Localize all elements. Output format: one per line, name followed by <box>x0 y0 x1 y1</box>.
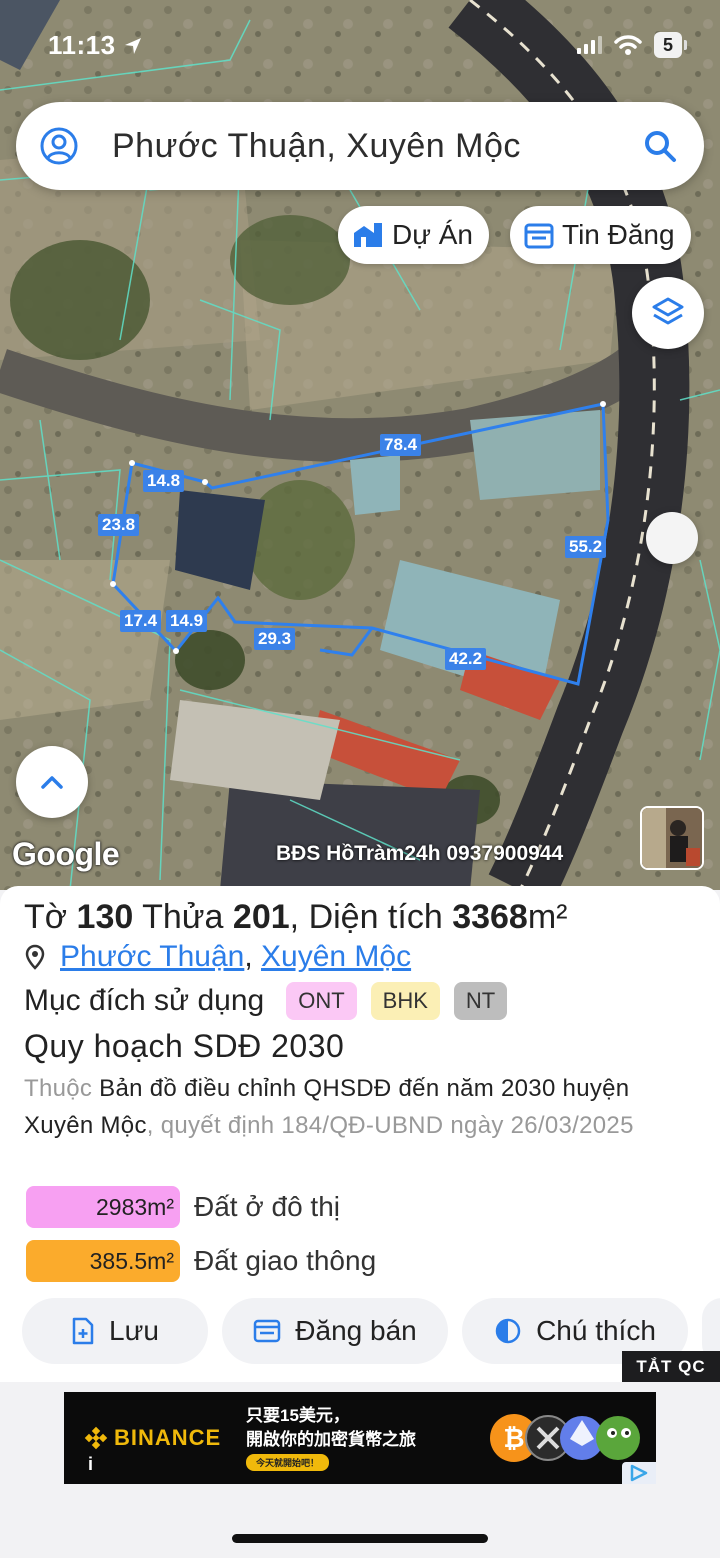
home-indicator[interactable] <box>232 1534 488 1543</box>
expand-panel-button[interactable] <box>16 746 88 818</box>
dimension-label: 29.3 <box>254 628 296 650</box>
ad-headline: 只要15美元， 開啟你的加密貨幣之旅 <box>246 1404 416 1452</box>
search-query[interactable]: Phước Thuận, Xuyên Mộc <box>112 127 642 166</box>
battery-indicator: 5 <box>653 32 688 58</box>
save-button[interactable]: Lưu <box>22 1298 208 1364</box>
planning-decision: , quyết định 184/QĐ-UBND ngày 26/03/2025 <box>146 1112 634 1139</box>
calendar-list-icon <box>254 1319 281 1343</box>
planning-description: Thuộc Bản đồ điều chỉnh QHSDĐ đến năm 20… <box>24 1070 704 1144</box>
save-button-label: Lưu <box>109 1315 159 1346</box>
purpose-tag-nt[interactable]: NT <box>453 982 508 1020</box>
address-separator: , <box>244 940 253 973</box>
cellular-signal-icon <box>576 36 602 54</box>
status-indicators: 5 <box>576 32 688 58</box>
ad-banner[interactable]: BINANCE i 只要15美元， 開啟你的加密貨幣之旅 今天就開始吧！ ₿ <box>64 1392 656 1484</box>
title-prefix: Tờ <box>24 898 68 936</box>
dimension-label: 14.8 <box>143 470 185 492</box>
add-document-icon <box>72 1317 94 1345</box>
projects-chip[interactable]: Dự Án <box>338 206 489 264</box>
ad-line-2: 開啟你的加密貨幣之旅 <box>246 1430 416 1449</box>
ad-line-1: 只要15美元， <box>246 1406 350 1425</box>
area-row-urban: 2983m² Đất ở đô thị <box>26 1186 340 1228</box>
lot-number: 201 <box>232 898 290 936</box>
area-value: 3368 <box>452 898 528 936</box>
svg-text:₿: ₿ <box>503 1424 524 1454</box>
hide-ads-button[interactable]: TẮT QC <box>622 1351 720 1382</box>
user-profile-icon[interactable] <box>40 127 78 165</box>
land-use-purpose: Mục đích sử dụng ONT BHK NT <box>24 982 508 1020</box>
sheet-number: 130 <box>76 898 134 936</box>
dimension-label: 17.4 <box>120 610 162 632</box>
binance-diamond-icon <box>84 1426 108 1450</box>
building-icon <box>354 223 382 247</box>
adchoices-badge[interactable] <box>622 1462 656 1484</box>
commune-link[interactable]: Phước Thuận <box>60 940 244 974</box>
ad-info-icon[interactable]: i <box>88 1454 93 1475</box>
crypto-coins-image: ₿ <box>490 1414 640 1462</box>
ad-brand: BINANCE <box>114 1425 222 1450</box>
planning-prefix: Thuộc <box>24 1075 93 1102</box>
dimension-label: 14.9 <box>166 610 208 632</box>
legend-button-label: Chú thích <box>536 1315 656 1346</box>
parcel-info-panel: Tờ 130 Thửa 201, Diện tích 3368m² Phước … <box>0 886 720 1382</box>
lot-label: Thửa <box>142 898 224 936</box>
planning-title: Quy hoạch SDĐ 2030 <box>24 1028 345 1064</box>
watermark: BĐS HồTràm24h 0937900944 <box>276 842 564 865</box>
street-view-image <box>642 808 702 868</box>
google-logo: Google <box>12 836 120 872</box>
layers-icon <box>652 297 684 325</box>
dimension-label: 42.2 <box>445 648 487 670</box>
parcel-title: Tờ 130 Thửa 201, Diện tích 3368m² <box>24 898 568 936</box>
status-time: 11:13 <box>48 30 143 61</box>
listings-chip[interactable]: Tin Đăng <box>510 206 691 264</box>
post-sale-button[interactable]: Đăng bán <box>222 1298 448 1364</box>
chevron-up-icon <box>41 776 63 789</box>
map-layers-button[interactable] <box>632 277 704 349</box>
search-bar[interactable]: Phước Thuận, Xuyên Mộc <box>16 102 704 190</box>
map-handle-button[interactable] <box>646 512 698 564</box>
area-type-label: Đất giao thông <box>194 1245 377 1276</box>
app-screen: 11:13 5 Phước Thuận, Xuyên Mộc Dự Án Tin… <box>0 0 720 1558</box>
ad-cta-button[interactable]: 今天就開始吧！ <box>246 1454 330 1471</box>
post-sale-button-label: Đăng bán <box>295 1315 417 1346</box>
area-value-box: 385.5m² <box>26 1240 180 1282</box>
wifi-icon <box>614 35 642 55</box>
area-type-label: Đất ở đô thị <box>194 1191 340 1222</box>
binance-logo: BINANCE <box>84 1425 221 1451</box>
purpose-label: Mục đích sử dụng <box>24 984 265 1017</box>
location-arrow-icon <box>125 38 142 54</box>
dimension-label: 23.8 <box>98 514 140 536</box>
purpose-tag-ont[interactable]: ONT <box>286 982 357 1020</box>
adchoices-icon <box>630 1464 648 1482</box>
street-view-thumbnail[interactable] <box>640 806 704 870</box>
calendar-list-icon <box>524 223 554 249</box>
dimension-label: 55.2 <box>565 536 607 558</box>
contrast-icon <box>495 1318 521 1344</box>
district-link[interactable]: Xuyên Mộc <box>261 940 411 974</box>
projects-chip-label: Dự Án <box>392 219 473 250</box>
satellite-map[interactable]: 11:13 5 Phước Thuận, Xuyên Mộc Dự Án Tin… <box>0 0 720 890</box>
dimension-label: 78.4 <box>380 434 422 456</box>
area-unit: m² <box>527 898 568 936</box>
area-value-box: 2983m² <box>26 1186 180 1228</box>
area-label: Diện tích <box>308 898 443 936</box>
location-pin-icon <box>25 944 45 970</box>
parcel-address: Phước Thuận, Xuyên Mộc <box>24 940 411 974</box>
area-row-traffic: 385.5m² Đất giao thông <box>26 1240 376 1282</box>
listings-chip-label: Tin Đăng <box>562 219 675 250</box>
purpose-tag-bhk[interactable]: BHK <box>370 982 440 1020</box>
search-icon[interactable] <box>642 128 678 164</box>
